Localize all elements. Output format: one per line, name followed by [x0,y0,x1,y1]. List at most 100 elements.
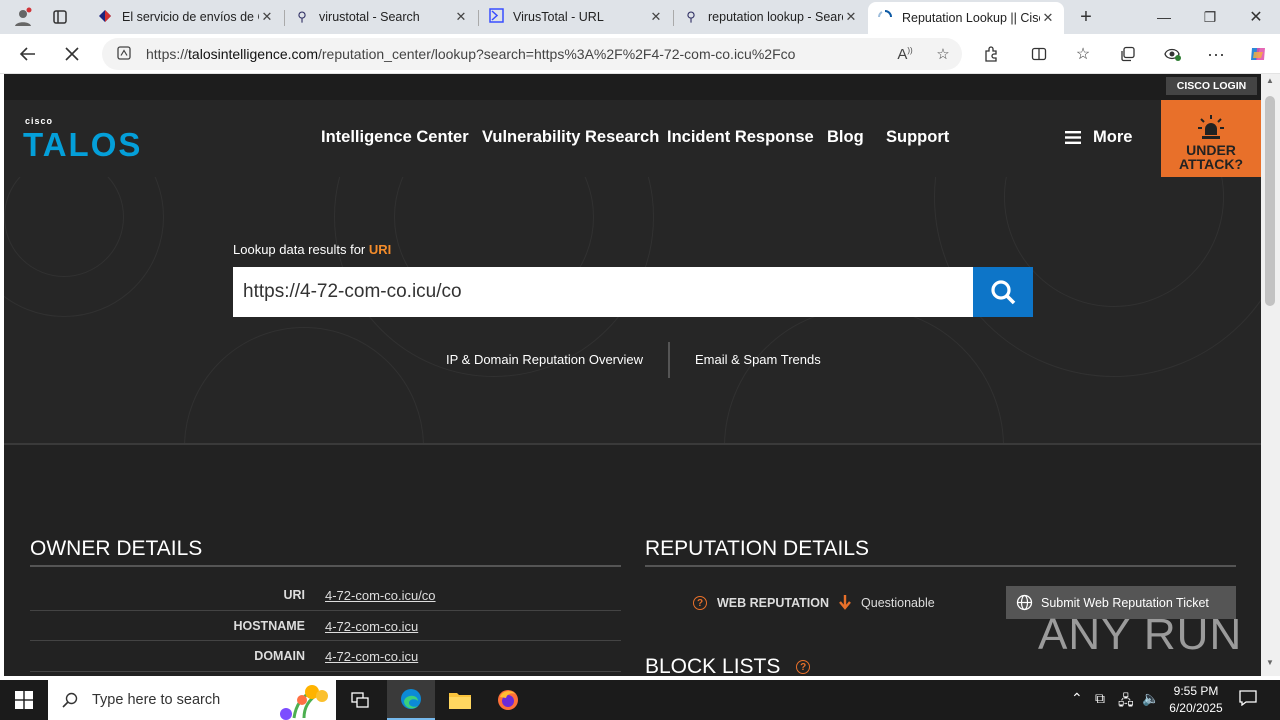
cisco-login-button[interactable]: CISCO LOGIN [1166,77,1257,95]
nav-support[interactable]: Support [886,128,949,147]
minimize-icon[interactable]: — [1144,0,1184,34]
profile-icon[interactable] [8,0,38,34]
close-tab-icon[interactable]: ✕ [843,9,859,25]
tab-2[interactable]: ⚲ virustotal - Search ✕ [285,3,477,31]
scroll-down-icon[interactable]: ▼ [1266,658,1274,667]
main-nav: cisco TALOS Intelligence Center Vulnerab… [4,100,1261,177]
flower-decoration-icon [280,685,328,720]
web-reputation-value: Questionable [861,596,935,610]
scroll-up-icon[interactable]: ▲ [1266,76,1274,85]
arrow-down-icon [839,595,851,610]
lock-icon[interactable] [102,45,146,63]
tab-title: virustotal - Search [319,10,420,24]
search-button[interactable] [973,267,1033,317]
reputation-heading-rule [645,565,1236,567]
firefox-icon[interactable] [484,680,532,720]
nav-intelligence-center[interactable]: Intelligence Center [321,128,469,147]
favorite-star-icon[interactable]: ☆ [924,45,962,63]
split-screen-icon[interactable] [1022,38,1056,70]
under-attack-line1: UNDER [1186,142,1236,158]
scrollbar-thumb[interactable] [1265,96,1275,306]
browser-tab-bar: El servicio de envíos de C ✕ ⚲ virustota… [0,0,1280,34]
anyrun-watermark: ANY RUN [1038,610,1243,659]
close-tab-icon[interactable]: ✕ [1040,10,1056,26]
search-icon: ⚲ [297,9,307,24]
globe-icon [1016,594,1033,611]
tab-title: El servicio de envíos de C [122,10,259,24]
utility-strip: CISCO LOGIN [4,74,1261,100]
row-divider [30,671,621,672]
owner-heading-rule [30,565,621,567]
row-divider [30,610,621,611]
search-icon: ⚲ [686,9,696,24]
windows-logo-icon [15,691,33,709]
network-icon[interactable]: 🖧 [1118,690,1134,714]
tray-overflow-icon[interactable]: ⌃ [1071,690,1083,707]
url-text: https://talosintelligence.com/reputation… [146,46,796,62]
read-aloud-icon[interactable]: A)) [886,46,924,63]
nav-blog[interactable]: Blog [827,128,864,147]
favorites-icon[interactable]: ☆ [1066,38,1100,70]
search-icon [62,692,78,708]
extensions-icon[interactable] [974,38,1008,70]
back-icon[interactable] [12,38,44,70]
nav-incident-response[interactable]: Incident Response [667,128,814,147]
more-menu-button[interactable]: More [1065,128,1132,147]
taskbar-clock[interactable]: 9:55 PM 6/20/2025 [1168,683,1224,717]
close-tab-icon[interactable]: ✕ [259,9,275,25]
row-value-uri[interactable]: 4-72-com-co.icu/co [325,588,436,603]
collections-icon[interactable] [1111,38,1145,70]
webpage: CISCO LOGIN cisco TALOS Intelligence Cen… [4,74,1261,676]
tab-4[interactable]: ⚲ reputation lookup - Searc ✕ [674,3,867,31]
lookup-search-input[interactable] [233,267,973,317]
search-icon [991,280,1016,305]
page-scrollbar[interactable]: ▲ ▼ [1261,74,1280,676]
tab-title: reputation lookup - Searc [708,10,843,24]
shield-icon [96,9,114,26]
taskbar-search-box[interactable]: Type here to search [48,680,336,720]
tab-3[interactable]: VirusTotal - URL ✕ [479,3,672,31]
edge-taskbar-icon[interactable] [387,680,435,720]
lookup-label: Lookup data results for URI [233,242,392,257]
help-icon[interactable]: ? [693,596,707,610]
task-view-icon[interactable] [336,680,384,720]
close-tab-icon[interactable]: ✕ [453,9,469,25]
tab-1[interactable]: El servicio de envíos de C ✕ [88,3,283,31]
clock-date: 6/20/2025 [1169,701,1223,715]
tray-device-icon[interactable]: ⧉ [1095,690,1105,707]
file-explorer-icon[interactable] [436,680,484,720]
help-icon[interactable]: ? [796,660,811,675]
results-section: OWNER DETAILS URI 4-72-com-co.icu/co HOS… [4,445,1261,676]
tab-5-active[interactable]: Reputation Lookup || Cisc ✕ [868,2,1064,34]
settings-more-icon[interactable]: ··· [1199,38,1233,70]
tab-title: Reputation Lookup || Cisc [902,11,1040,25]
virustotal-icon [487,8,505,26]
restore-icon[interactable]: ❐ [1190,0,1230,34]
stop-loading-icon[interactable] [56,38,88,70]
start-button[interactable] [0,680,48,720]
talos-logo[interactable]: TALOS [23,126,142,164]
tab-actions-icon[interactable] [44,0,76,34]
notifications-icon[interactable] [1239,690,1257,709]
close-tab-icon[interactable]: ✕ [648,9,664,25]
browser-essentials-icon[interactable] [1155,38,1189,70]
ip-domain-overview-link[interactable]: IP & Domain Reputation Overview [446,352,643,367]
nav-vulnerability-research[interactable]: Vulnerability Research [482,128,659,147]
copilot-icon[interactable] [1241,38,1275,70]
address-bar-row: https://talosintelligence.com/reputation… [0,34,1280,74]
row-label-hostname: HOSTNAME [233,619,305,633]
row-value-hostname[interactable]: 4-72-com-co.icu [325,619,418,634]
clock-time: 9:55 PM [1173,684,1219,698]
email-spam-trends-link[interactable]: Email & Spam Trends [695,352,821,367]
new-tab-icon[interactable]: + [1070,0,1102,34]
row-value-domain[interactable]: 4-72-com-co.icu [325,649,418,664]
loading-icon [876,9,894,27]
cisco-logo-text: cisco [25,116,54,126]
row-label-uri: URI [283,588,305,602]
siren-icon [1198,115,1224,139]
under-attack-button[interactable]: UNDER ATTACK? [1161,100,1261,177]
close-window-icon[interactable]: ✕ [1236,0,1276,34]
submit-ticket-label: Submit Web Reputation Ticket [1041,595,1209,610]
url-field[interactable]: https://talosintelligence.com/reputation… [102,38,962,70]
volume-icon[interactable]: 🔈 [1142,690,1159,707]
